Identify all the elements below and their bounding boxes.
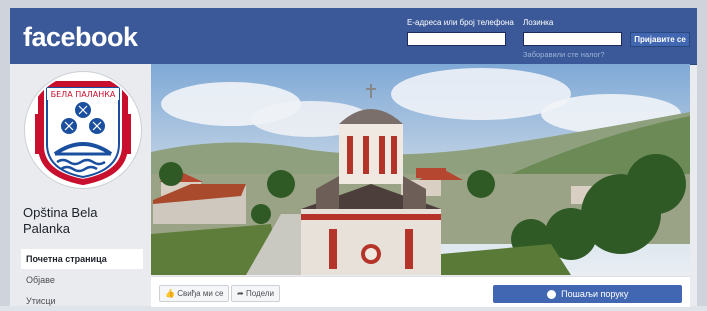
messenger-icon [546, 290, 556, 300]
cover-photo[interactable] [151, 64, 690, 275]
email-input[interactable] [407, 32, 506, 46]
send-message-label: Пошаљи поруку [561, 289, 629, 299]
login-button[interactable]: Пријавите се [630, 32, 690, 47]
crest-text: БЕЛА ПАЛАНКА [51, 90, 116, 99]
page-title[interactable]: Opština Bela Palanka [23, 205, 143, 237]
facebook-logo[interactable]: facebook [23, 22, 138, 53]
share-label: Подели [245, 289, 274, 298]
nav-posts[interactable]: Објаве [21, 270, 143, 290]
email-label: Е-адреса или број телефона [407, 18, 514, 27]
page-action-bar: 👍 Свиђа ми се ➦ Подели Пошаљи поруку [151, 276, 690, 307]
like-label: Свиђа ми се [177, 289, 224, 298]
password-label: Лозинка [523, 18, 554, 27]
share-icon: ➦ [237, 289, 244, 298]
municipality-crest-icon: БЕЛА ПАЛАНКА [27, 74, 139, 186]
top-bar: facebook Е-адреса или број телефона Лози… [10, 8, 697, 65]
send-message-button[interactable]: Пошаљи поруку [493, 285, 682, 303]
password-input[interactable] [523, 32, 622, 46]
like-button[interactable]: 👍 Свиђа ми се [159, 285, 230, 302]
share-button[interactable]: ➦ Подели [231, 285, 280, 302]
nav-home[interactable]: Почетна страница [21, 249, 143, 269]
forgot-account-link[interactable]: Заборавили сте налог? [523, 50, 605, 59]
profile-picture[interactable]: БЕЛА ПАЛАНКА [25, 72, 141, 188]
left-sidebar: БЕЛА ПАЛАНКА Opština Bela Palanka Почетн… [10, 64, 151, 306]
thumbs-up-icon: 👍 [165, 289, 175, 298]
nav-reviews[interactable]: Утисци [21, 291, 143, 311]
cover-image [151, 64, 690, 275]
